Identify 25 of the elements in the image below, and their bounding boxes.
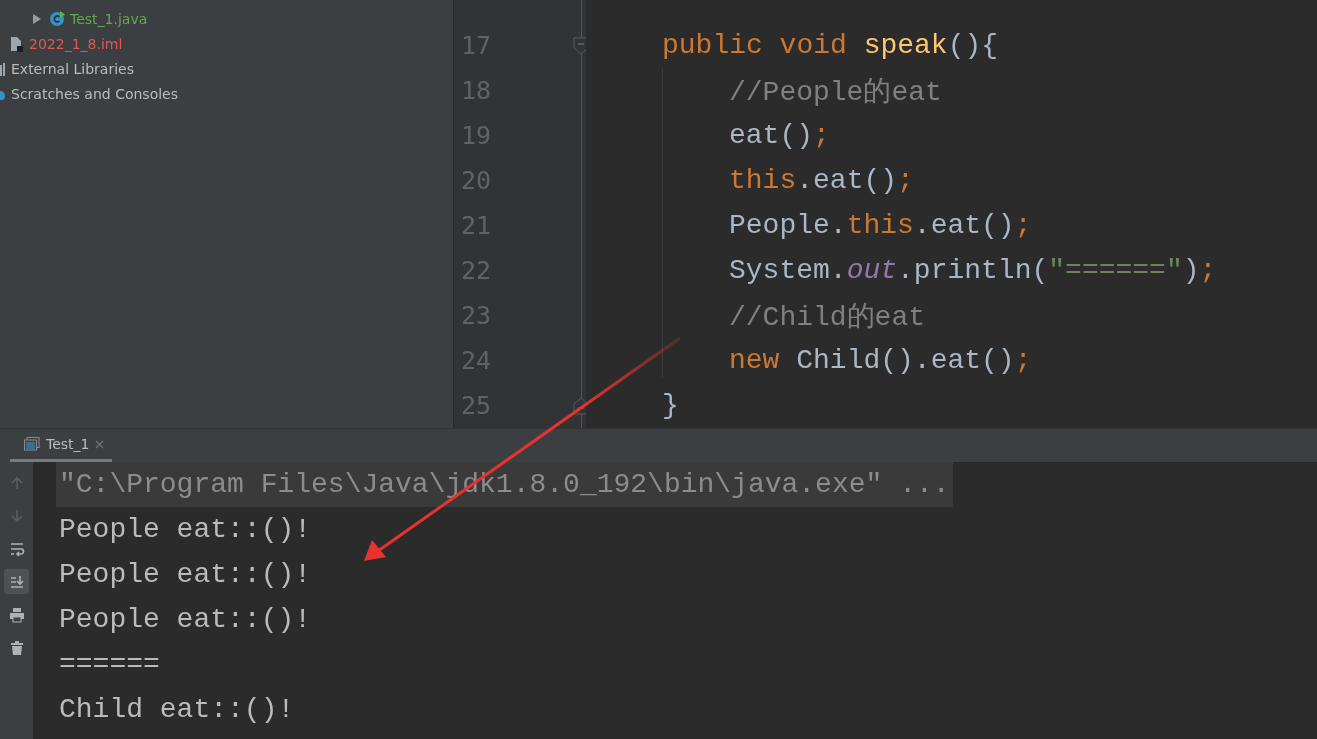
tree-item[interactable]: Scratches and Consoles — [11, 85, 178, 102]
fold-icon[interactable] — [573, 36, 586, 55]
output-line: People eat::()! — [58, 604, 313, 635]
tree-item[interactable]: External Libraries — [11, 60, 134, 77]
output-line: People eat::()! — [58, 514, 313, 545]
output-line: People eat::()! — [58, 559, 313, 590]
console-icon — [24, 437, 40, 451]
code-line: //Child的eat — [729, 300, 926, 335]
library-icon — [0, 61, 6, 76]
code-line: System.out.println("======"); — [729, 255, 1217, 286]
tree-item[interactable]: 2022_1_8.iml — [29, 35, 123, 52]
code-line: new Child().eat(); — [729, 345, 1032, 376]
scroll-to-end-icon[interactable] — [4, 569, 29, 594]
code-line: this.eat(); — [729, 165, 914, 196]
tree-item[interactable]: Test_1.java — [70, 10, 148, 27]
code-line: public void speak(){ — [662, 30, 999, 61]
file-icon — [10, 35, 24, 52]
output-line: ====== — [58, 649, 161, 680]
output-line: Child eat::()! — [58, 694, 296, 725]
code-line: } — [662, 390, 679, 421]
code-line: People.this.eat(); — [729, 210, 1032, 241]
close-icon[interactable] — [95, 439, 105, 449]
class-icon — [49, 10, 65, 27]
code-line: //People的eat — [729, 75, 942, 110]
code-line: eat(); — [729, 120, 830, 151]
